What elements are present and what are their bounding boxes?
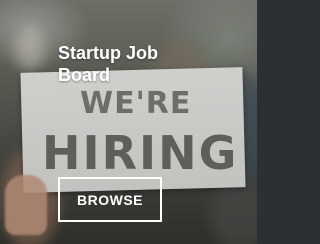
job-board-card[interactable]: WE'RE HIRING Startup Job Board BROWSE [0,0,257,244]
card-title: Startup Job Board [58,43,159,85]
background-blur [210,180,257,244]
sign-text-were: WE'RE [80,86,192,121]
browse-button[interactable]: BROWSE [58,177,162,222]
hand-holding-sign [5,175,47,235]
background-blur [15,30,45,70]
sign-text-hiring: HIRING [42,126,239,180]
